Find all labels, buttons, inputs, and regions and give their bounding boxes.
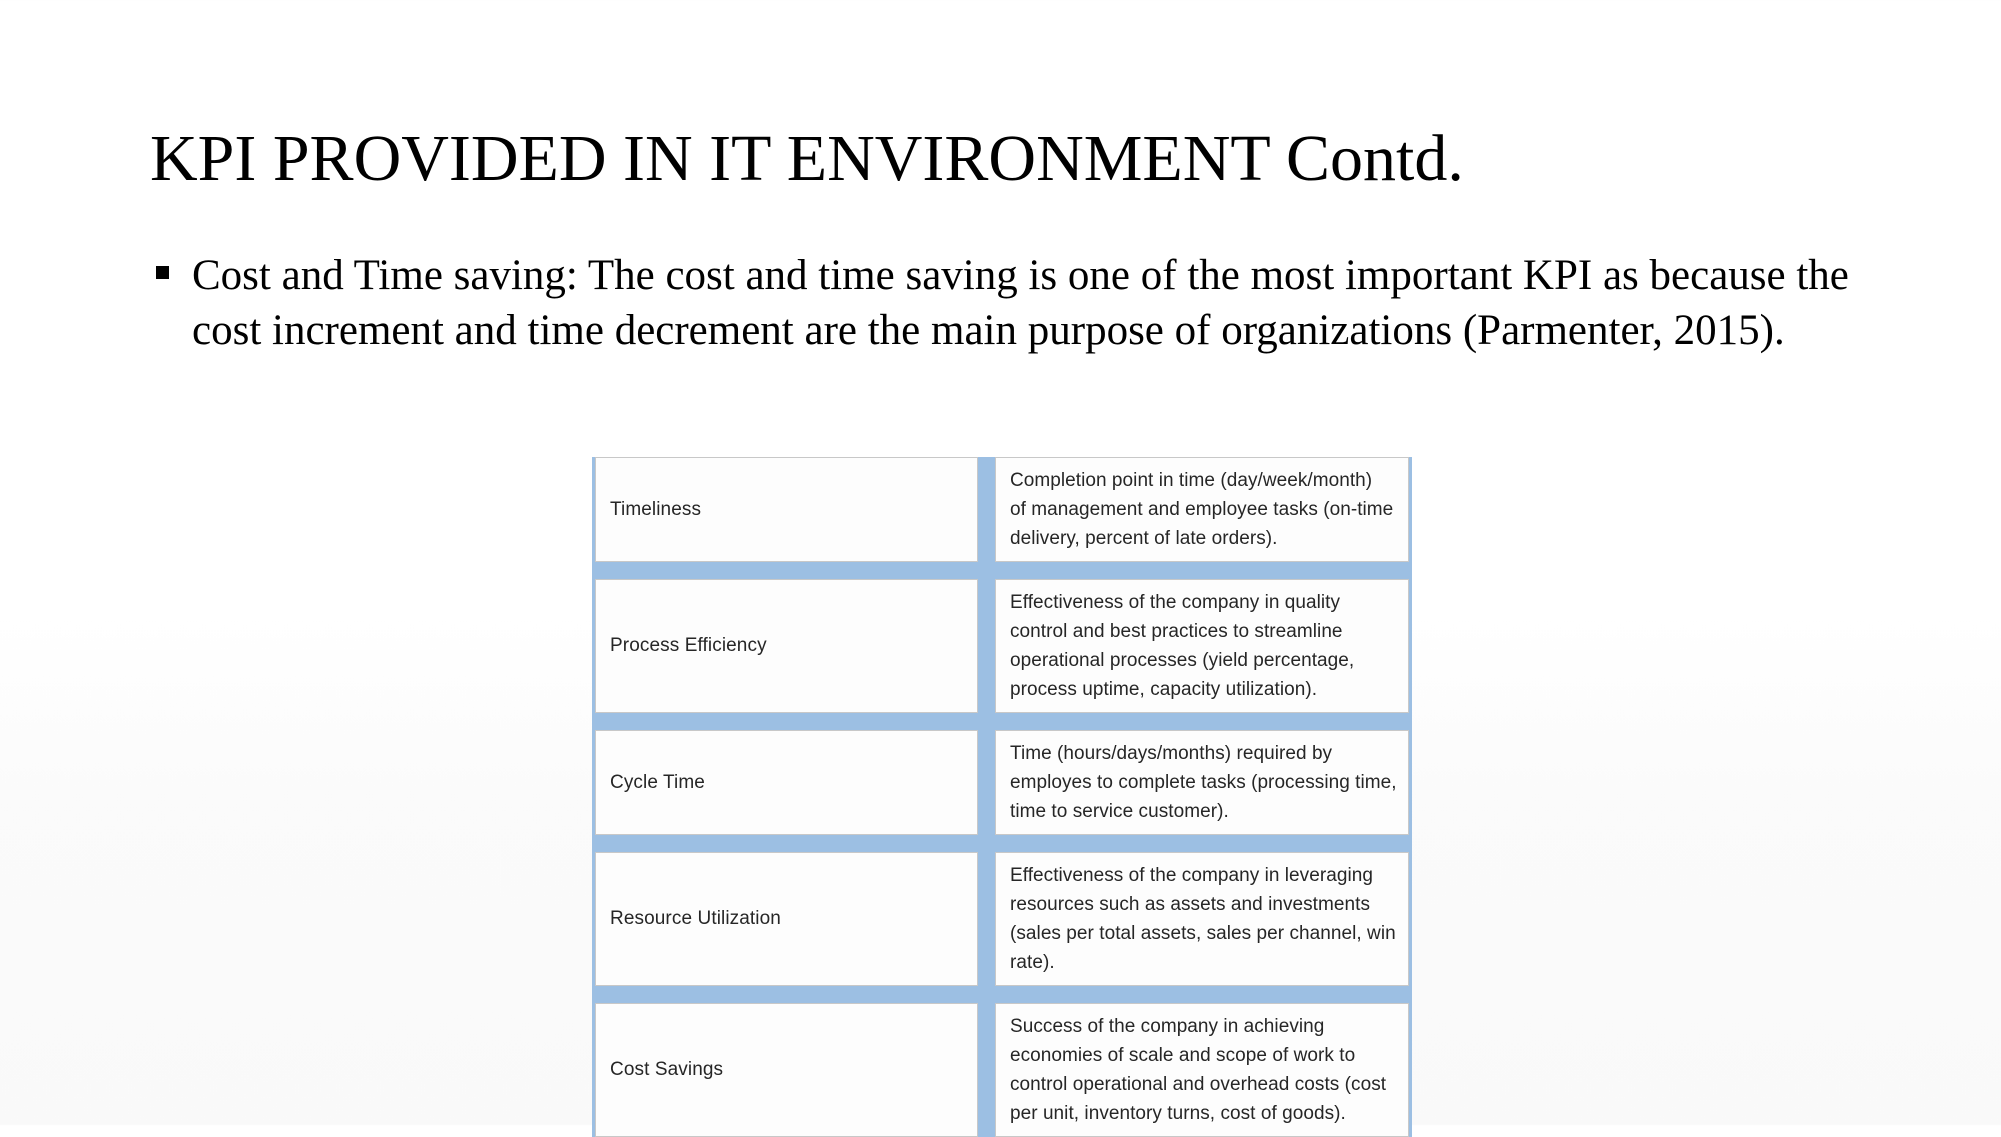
bullet-list-item: Cost and Time saving: The cost and time … [152,248,1852,358]
table-column-divider [978,457,995,562]
table-edge-right [1409,1003,1412,1137]
kpi-description-cell: Effectiveness of the company in quality … [995,579,1409,713]
table-column-divider [978,579,995,713]
kpi-description-line: delivery, percent of late orders). [1010,528,1278,549]
table-row: Resource Utilization Effectiveness of th… [592,852,1412,986]
body-content: Cost and Time saving: The cost and time … [152,248,1852,358]
kpi-name-cell: Cost Savings [595,1003,978,1137]
kpi-description-line: of management and employee tasks (on-tim… [1010,499,1394,520]
slide-canvas: KPI PROVIDED IN IT ENVIRONMENT Contd. Co… [0,0,2001,1137]
kpi-description-line: Time (hours/days/months) required by [1010,743,1333,764]
kpi-name-cell: Timeliness [595,457,978,562]
kpi-description-line: resources such as assets and investments [1010,894,1371,915]
kpi-name-cell: Process Efficiency [595,579,978,713]
table-edge-right [1409,457,1412,562]
table-column-divider [978,1003,995,1137]
kpi-name-label: Resource Utilization [610,908,781,929]
bullet-item-label: Cost and Time saving: The cost and time … [192,252,1849,354]
table-row-separator [592,562,1412,579]
table-edge-right [1409,730,1412,835]
kpi-description-line: control operational and overhead costs (… [1010,1074,1387,1095]
table-row: Process Efficiency Effectiveness of the … [592,579,1412,713]
kpi-name-label: Process Efficiency [610,635,767,656]
kpi-name-cell: Resource Utilization [595,852,978,986]
kpi-description-cell: Success of the company in achieving econ… [995,1003,1409,1137]
table-row: Cost Savings Success of the company in a… [592,1003,1412,1137]
kpi-description-line: economies of scale and scope of work to [1010,1045,1356,1066]
table-edge-right [1409,852,1412,986]
kpi-description-line: process uptime, capacity utilization). [1010,679,1318,700]
kpi-description-line: Effectiveness of the company in quality [1010,592,1341,613]
kpi-description-line: employes to complete tasks (processing t… [1010,772,1397,793]
kpi-description-line: Completion point in time (day/week/month… [1010,470,1373,491]
kpi-description-cell: Effectiveness of the company in leveragi… [995,852,1409,986]
kpi-name-label: Timeliness [610,498,702,520]
kpi-description-line: Effectiveness of the company in leveragi… [1010,865,1373,886]
kpi-description-line: (sales per total assets, sales per chann… [1010,923,1396,944]
table-row: Timeliness Completion point in time (day… [592,457,1412,562]
kpi-description-line: control and best practices to streamline [1010,621,1343,642]
kpi-description-line: time to service customer). [1010,801,1229,822]
table-row-separator [592,835,1412,852]
kpi-name-label: Cost Savings [610,1059,724,1080]
kpi-name-label: Cycle Time [610,771,705,793]
table-column-divider [978,730,995,835]
kpi-description-line: per unit, inventory turns, cost of goods… [1010,1103,1346,1124]
page-title: KPI PROVIDED IN IT ENVIRONMENT Contd. [150,122,1464,196]
table-column-divider [978,852,995,986]
kpi-description-cell: Time (hours/days/months) required by emp… [995,730,1409,835]
kpi-description-line: rate). [1010,952,1055,973]
kpi-description-cell: Completion point in time (day/week/month… [995,457,1409,562]
table-row-separator [592,986,1412,1003]
kpi-name-cell: Cycle Time [595,730,978,835]
table-row: Cycle Time Time (hours/days/months) requ… [592,730,1412,835]
kpi-description-line: Success of the company in achieving [1010,1016,1325,1037]
table-row-separator [592,713,1412,730]
kpi-definitions-table: Timeliness Completion point in time (day… [592,457,1412,1137]
square-bullet-icon [156,266,169,279]
kpi-description-line: operational processes (yield percentage, [1010,650,1355,671]
table-edge-right [1409,579,1412,713]
